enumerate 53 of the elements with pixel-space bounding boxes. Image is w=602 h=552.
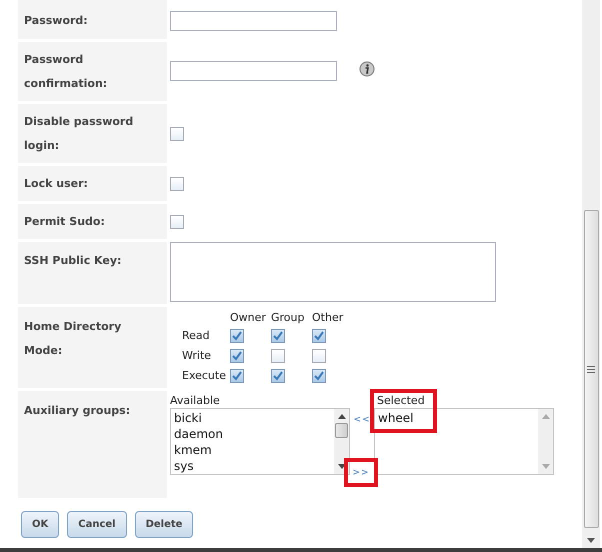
field-label: Password confirmation: (24, 52, 108, 92)
column-header: Owner (230, 311, 267, 324)
field-label: Lock user: (24, 176, 89, 192)
checkbox[interactable] (230, 369, 244, 383)
field-label: Password: (24, 13, 89, 29)
checkbox[interactable] (312, 349, 326, 363)
down-arrow-icon[interactable] (587, 538, 595, 544)
list-label: Selected (376, 394, 426, 408)
selected-list[interactable]: wheel (374, 408, 554, 475)
remove-button[interactable]: << (350, 415, 374, 425)
checkbox[interactable] (170, 214, 184, 228)
list-item[interactable]: sys (174, 458, 331, 474)
password-field[interactable] (170, 61, 337, 81)
checkbox[interactable] (170, 176, 184, 190)
field-label: Home Directory Mode: (24, 319, 122, 359)
field-label: Disable password login: (24, 114, 134, 154)
form-button[interactable]: Delete (134, 511, 194, 538)
available-list[interactable]: bicki daemon kmem sys (170, 408, 350, 475)
field-label: SSH Public Key: (24, 253, 122, 269)
form-button[interactable]: Cancel (67, 511, 127, 538)
checkbox[interactable] (312, 369, 326, 383)
down-arrow-icon[interactable] (338, 464, 346, 470)
password-field[interactable] (170, 11, 337, 31)
checkbox[interactable] (271, 369, 285, 383)
form-button[interactable]: OK (21, 511, 60, 538)
column-header: Other (312, 311, 344, 324)
row-label: Write (182, 348, 212, 364)
column-header: Group (271, 311, 306, 324)
ssh-key-field[interactable] (170, 242, 496, 302)
checkbox[interactable] (271, 329, 285, 343)
scrollbar[interactable] (334, 409, 349, 474)
list-item[interactable]: wheel (378, 410, 535, 426)
checkbox[interactable] (230, 329, 244, 343)
up-arrow-icon[interactable] (338, 413, 346, 419)
add-button[interactable]: >> (352, 468, 370, 478)
highlight-box (370, 389, 437, 433)
scrollbar[interactable] (582, 0, 600, 548)
checkbox[interactable] (170, 126, 184, 140)
scroll-thumb[interactable] (584, 210, 598, 528)
row-label: Read (182, 328, 211, 344)
checkbox[interactable] (230, 349, 244, 363)
scroll-thumb[interactable] (335, 423, 348, 438)
list-item[interactable]: bicki (174, 410, 331, 426)
info-icon[interactable] (359, 61, 375, 77)
checkbox[interactable] (271, 349, 285, 363)
row-label: Execute (182, 368, 227, 384)
grip-icon (587, 366, 595, 372)
list-item[interactable]: kmem (174, 442, 331, 458)
field-label: Permit Sudo: (24, 214, 106, 230)
list-label: Available (170, 394, 221, 408)
checkbox[interactable] (312, 329, 326, 343)
field-label: Auxiliary groups: (24, 403, 132, 419)
list-item[interactable]: daemon (174, 426, 331, 442)
